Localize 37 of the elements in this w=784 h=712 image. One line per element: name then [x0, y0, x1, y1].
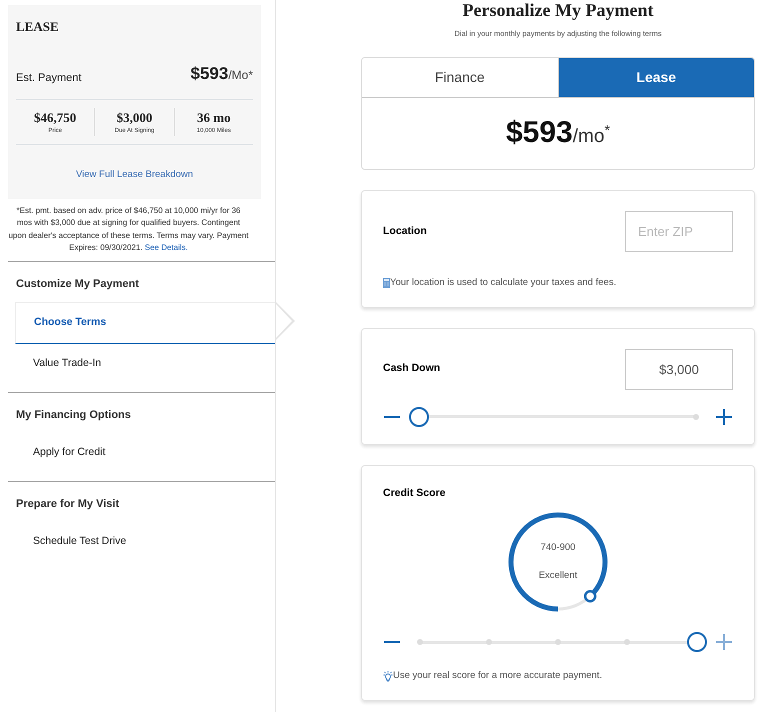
payment-amount: $593 [190, 64, 228, 82]
nav-heading: My Financing Options [15, 408, 132, 423]
gauge-thumb[interactable] [584, 590, 596, 603]
cash-down-label: Cash Down [383, 361, 440, 376]
slider-thumb[interactable] [409, 406, 429, 426]
nav-item[interactable]: Value Trade-In [8, 344, 275, 384]
score-rating: Excellent [538, 569, 578, 584]
calculator-icon [383, 278, 390, 288]
see-details-link[interactable]: See Details. [144, 243, 188, 252]
cash-down-field[interactable]: $3,000 [625, 348, 733, 390]
monthly-amount: $593 [506, 116, 573, 150]
nav-heading: Customize My Payment [15, 276, 140, 292]
lightbulb-icon [383, 670, 393, 682]
credit-score-note: Use your real score for a more accurate payment. [393, 669, 602, 684]
summary-title: LEASE [16, 18, 60, 36]
stat-value: $46,750 [33, 108, 78, 126]
nav-item[interactable]: Schedule Test Drive [8, 522, 275, 562]
nav-item[interactable]: Choose Terms [15, 302, 275, 344]
stat-value: $3,000 [116, 108, 154, 126]
page-title: Personalize My Payment [462, 0, 654, 20]
location-note: Your location is used to calculate your taxes and fees. [390, 276, 616, 290]
score-range: 740-900 [540, 541, 576, 555]
payment-label: Est. Payment [16, 71, 82, 86]
payment-tab[interactable]: Lease [558, 58, 754, 98]
nav-item[interactable]: Apply for Credit [8, 433, 275, 473]
plus-icon[interactable] [715, 408, 733, 426]
location-label: Location [383, 224, 427, 239]
payment-unit: /Mo* [228, 68, 253, 82]
disclaimer-text: *Est. pmt. based on adv. price of $46,750 at 10,000 mi/yr for 36 mos with $3,000 due at signing for qualified buyers. Contingent upon dealer's acceptance of these terms. Terms may vary. Payment Expires: 09/30/2021. See Details. [7, 205, 250, 254]
monthly-unit: /mo$^{*}$ [572, 126, 610, 148]
nav-heading: Prepare for My Visit [15, 496, 120, 512]
credit-score-label: Credit Score [383, 486, 446, 500]
stat-value: 36 mo [196, 108, 232, 126]
payment-tab[interactable]: Finance [362, 58, 558, 98]
zip-field[interactable]: Enter ZIP [625, 211, 733, 252]
slider-thumb[interactable] [687, 632, 707, 652]
breakdown-link[interactable]: View Full Lease Breakdown [76, 169, 194, 180]
